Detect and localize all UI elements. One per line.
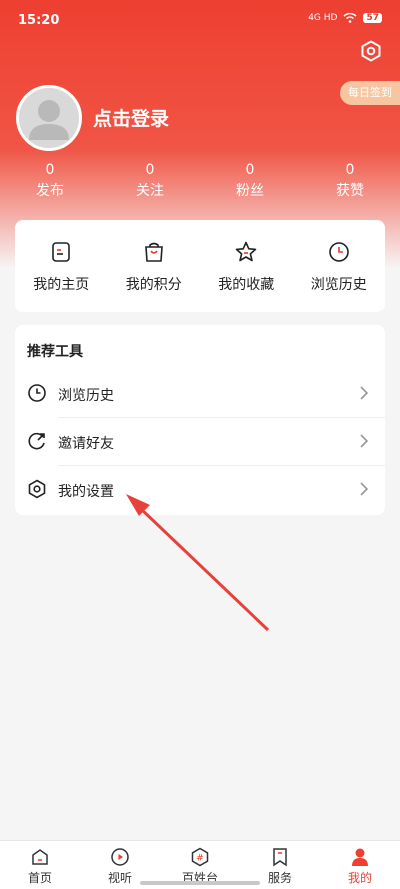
tab-home[interactable]: 首页 bbox=[0, 841, 80, 889]
chevron-right-icon bbox=[360, 386, 369, 400]
tab-label: 首页 bbox=[27, 871, 52, 885]
network-label: 4G HD bbox=[308, 13, 338, 23]
quick-browse-history[interactable]: 浏览历史 bbox=[293, 220, 386, 312]
tab-label: 服务 bbox=[267, 871, 292, 885]
login-prompt[interactable]: 点击登录 bbox=[93, 104, 169, 131]
hashtag-icon: # bbox=[191, 847, 209, 867]
stat-label: 获赞 bbox=[336, 183, 364, 199]
quick-actions-card: 我的主页 我的积分 我的收藏 浏览历史 bbox=[15, 220, 385, 312]
tab-me[interactable]: 我的 bbox=[320, 841, 400, 889]
stat-value: 0 bbox=[345, 162, 355, 178]
star-icon bbox=[235, 241, 257, 262]
tool-label: 我的设置 bbox=[58, 484, 114, 500]
person-icon bbox=[352, 848, 368, 866]
stat-label: 粉丝 bbox=[236, 183, 264, 199]
stat-value: 0 bbox=[45, 162, 55, 178]
settings-hexagon-icon[interactable] bbox=[360, 40, 382, 62]
stat-posts[interactable]: 0 发布 bbox=[0, 162, 100, 200]
battery-indicator: 57 bbox=[363, 13, 382, 23]
stat-label: 关注 bbox=[136, 183, 164, 199]
status-bar: 15:20 4G HD 57 bbox=[0, 0, 400, 40]
quick-label: 我的积分 bbox=[125, 277, 182, 293]
settings-hexagon-icon bbox=[28, 479, 46, 499]
tool-label: 邀请好友 bbox=[58, 436, 114, 452]
stat-following[interactable]: 0 关注 bbox=[100, 162, 200, 200]
quick-label: 浏览历史 bbox=[310, 277, 367, 293]
quick-my-homepage[interactable]: 我的主页 bbox=[15, 220, 108, 312]
daily-checkin-button[interactable]: 每日签到 bbox=[340, 81, 400, 105]
chevron-right-icon bbox=[360, 434, 369, 448]
tab-label: 视听 bbox=[107, 871, 132, 885]
stat-likes[interactable]: 0 获赞 bbox=[300, 162, 400, 200]
recommended-tools-card: 推荐工具 浏览历史 邀请好友 我的设置 bbox=[15, 325, 385, 515]
clock-icon bbox=[28, 384, 46, 402]
points-bag-icon bbox=[144, 242, 163, 262]
home-icon bbox=[32, 849, 48, 865]
bookmark-icon bbox=[273, 848, 287, 867]
default-avatar-icon bbox=[29, 100, 69, 140]
stat-value: 0 bbox=[145, 162, 155, 178]
quick-my-favorites[interactable]: 我的收藏 bbox=[200, 220, 293, 312]
wifi-icon bbox=[343, 13, 357, 23]
quick-my-points[interactable]: 我的积分 bbox=[108, 220, 201, 312]
homepage-icon bbox=[52, 242, 71, 262]
clock-icon bbox=[328, 242, 349, 262]
stats-row: 0 发布 0 关注 0 粉丝 0 获赞 bbox=[0, 162, 400, 200]
tools-title: 推荐工具 bbox=[27, 344, 83, 360]
status-icons: 4G HD 57 bbox=[308, 13, 382, 23]
tab-label: 我的 bbox=[347, 871, 372, 885]
stat-value: 0 bbox=[245, 162, 255, 178]
tool-row-browse-history[interactable]: 浏览历史 bbox=[15, 370, 385, 418]
home-indicator bbox=[140, 881, 260, 885]
tool-label: 浏览历史 bbox=[58, 388, 114, 404]
stat-label: 发布 bbox=[36, 183, 64, 199]
status-time: 15:20 bbox=[18, 13, 60, 28]
avatar[interactable] bbox=[16, 85, 82, 151]
svg-text:#: # bbox=[196, 854, 204, 864]
stat-followers[interactable]: 0 粉丝 bbox=[200, 162, 300, 200]
quick-label: 我的收藏 bbox=[218, 277, 275, 293]
quick-label: 我的主页 bbox=[33, 277, 90, 293]
tool-row-my-settings[interactable]: 我的设置 bbox=[15, 466, 385, 514]
tool-row-invite-friends[interactable]: 邀请好友 bbox=[15, 418, 385, 466]
invite-icon bbox=[28, 432, 45, 450]
play-icon bbox=[111, 848, 129, 866]
chevron-right-icon bbox=[360, 482, 369, 496]
